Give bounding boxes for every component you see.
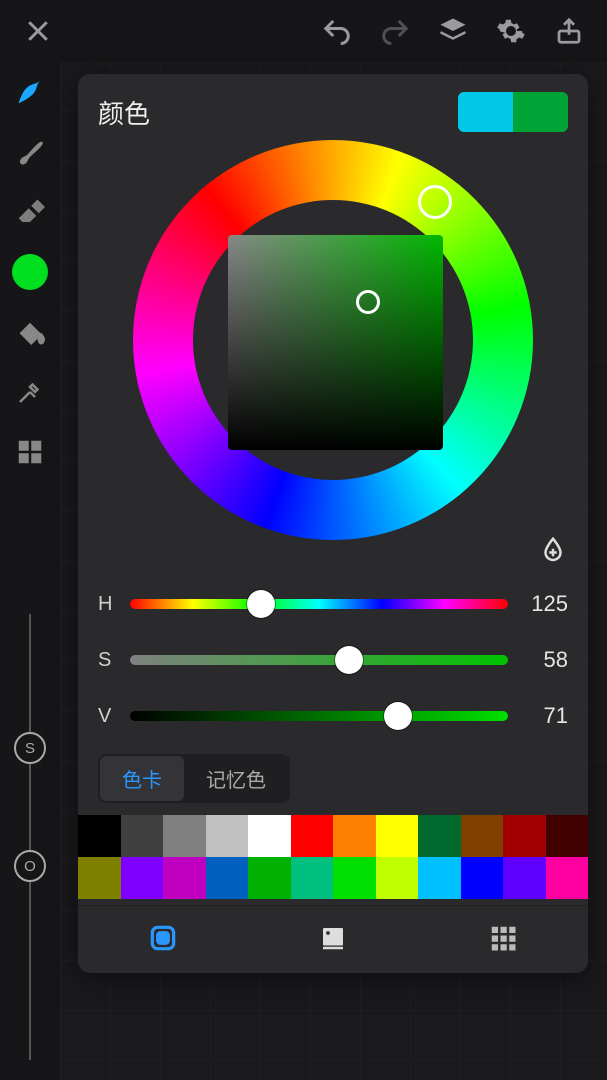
grid-mode-icon <box>488 923 518 953</box>
val-slider[interactable] <box>130 711 508 721</box>
eraser-icon <box>15 197 45 227</box>
drop-plus-icon <box>538 535 568 565</box>
current-color-button[interactable] <box>10 252 50 292</box>
color-panel-header: 颜色 <box>98 92 568 132</box>
palette-tabs: 色卡 记忆色 <box>98 754 290 803</box>
hue-thumb[interactable] <box>247 590 275 618</box>
brush-vertical-sliders: S O <box>14 614 46 1080</box>
palette-row <box>78 857 588 899</box>
undo-button[interactable] <box>317 11 357 51</box>
fill-tool-button[interactable] <box>10 312 50 352</box>
redo-button[interactable] <box>375 11 415 51</box>
tab-memory[interactable]: 记忆色 <box>184 756 288 801</box>
opacity-slider-track[interactable] <box>29 870 31 1060</box>
swatch-mode-icon <box>147 922 179 954</box>
palette-swatch[interactable] <box>78 815 121 857</box>
layers-icon <box>438 16 468 46</box>
hsv-sliders: H 125 S 58 V 71 <box>98 576 568 744</box>
palette-swatch[interactable] <box>291 857 334 899</box>
val-label: V <box>98 705 116 728</box>
palette-swatch[interactable] <box>376 815 419 857</box>
sat-label: S <box>98 649 116 672</box>
palette-strip <box>78 815 588 899</box>
palette-swatch[interactable] <box>163 815 206 857</box>
between-slider-track[interactable] <box>29 752 31 862</box>
pen-tool-button[interactable] <box>10 72 50 112</box>
val-row: V 71 <box>98 688 568 744</box>
brush-icon <box>15 137 45 167</box>
color-dot-icon <box>12 254 48 290</box>
undo-icon <box>322 16 352 46</box>
redo-icon <box>380 16 410 46</box>
palette-swatch[interactable] <box>418 857 461 899</box>
close-icon <box>23 16 53 46</box>
palette-swatch[interactable] <box>376 857 419 899</box>
mode-classic-button[interactable] <box>311 916 355 960</box>
tab-colorcard[interactable]: 色卡 <box>100 756 184 801</box>
sv-box[interactable] <box>228 235 443 450</box>
panel-footer <box>78 905 588 969</box>
palette-swatch[interactable] <box>333 857 376 899</box>
palette-swatch[interactable] <box>206 815 249 857</box>
palette-swatch[interactable] <box>248 815 291 857</box>
mode-swatch-button[interactable] <box>141 916 185 960</box>
palette-swatch[interactable] <box>206 857 249 899</box>
palette-swatch[interactable] <box>546 857 589 899</box>
mode-grid-button[interactable] <box>481 916 525 960</box>
color-wheel-area <box>98 140 568 570</box>
val-thumb[interactable] <box>384 702 412 730</box>
bucket-icon <box>15 317 45 347</box>
sat-slider[interactable] <box>130 655 508 665</box>
top-toolbar <box>0 0 607 62</box>
palette-swatch[interactable] <box>418 815 461 857</box>
pen-icon <box>15 77 45 107</box>
hue-slider[interactable] <box>130 599 508 609</box>
settings-button[interactable] <box>491 11 531 51</box>
palette-swatch[interactable] <box>121 815 164 857</box>
swatch-pair[interactable] <box>458 92 568 132</box>
left-toolbar: S O <box>0 62 60 1080</box>
color-panel: 颜色 H 125 S 58 V 71 色 <box>78 74 588 973</box>
selection-tool-button[interactable] <box>10 432 50 472</box>
palette-swatch[interactable] <box>333 815 376 857</box>
size-slider-knob[interactable]: S <box>14 732 46 764</box>
grid4-icon <box>15 437 45 467</box>
brush-tool-button[interactable] <box>10 132 50 172</box>
size-slider-track[interactable] <box>29 614 31 744</box>
palette-swatch[interactable] <box>503 815 546 857</box>
palette-swatch[interactable] <box>78 857 121 899</box>
palette-swatch[interactable] <box>461 815 504 857</box>
layers-button[interactable] <box>433 11 473 51</box>
palette-swatch[interactable] <box>121 857 164 899</box>
val-value: 71 <box>522 703 568 729</box>
share-button[interactable] <box>549 11 589 51</box>
secondary-swatch[interactable] <box>513 92 568 132</box>
eyedropper-tool-button[interactable] <box>10 372 50 412</box>
sat-thumb[interactable] <box>335 646 363 674</box>
palette-swatch[interactable] <box>248 857 291 899</box>
add-swatch-button[interactable] <box>536 534 570 568</box>
gear-icon <box>496 16 526 46</box>
opacity-slider-knob[interactable]: O <box>14 850 46 882</box>
palette-swatch[interactable] <box>291 815 334 857</box>
palette-swatch[interactable] <box>503 857 546 899</box>
classic-mode-icon <box>318 923 348 953</box>
share-icon <box>554 16 584 46</box>
sv-cursor[interactable] <box>356 290 380 314</box>
dropper-icon <box>15 377 45 407</box>
sat-value: 58 <box>522 647 568 673</box>
palette-row <box>78 815 588 857</box>
palette-swatch[interactable] <box>461 857 504 899</box>
panel-title: 颜色 <box>98 94 150 131</box>
hue-value: 125 <box>522 591 568 617</box>
primary-swatch[interactable] <box>458 92 513 132</box>
eraser-tool-button[interactable] <box>10 192 50 232</box>
close-button[interactable] <box>18 11 58 51</box>
hue-label: H <box>98 593 116 616</box>
palette-swatch[interactable] <box>163 857 206 899</box>
hue-row: H 125 <box>98 576 568 632</box>
sat-row: S 58 <box>98 632 568 688</box>
palette-swatch[interactable] <box>546 815 589 857</box>
